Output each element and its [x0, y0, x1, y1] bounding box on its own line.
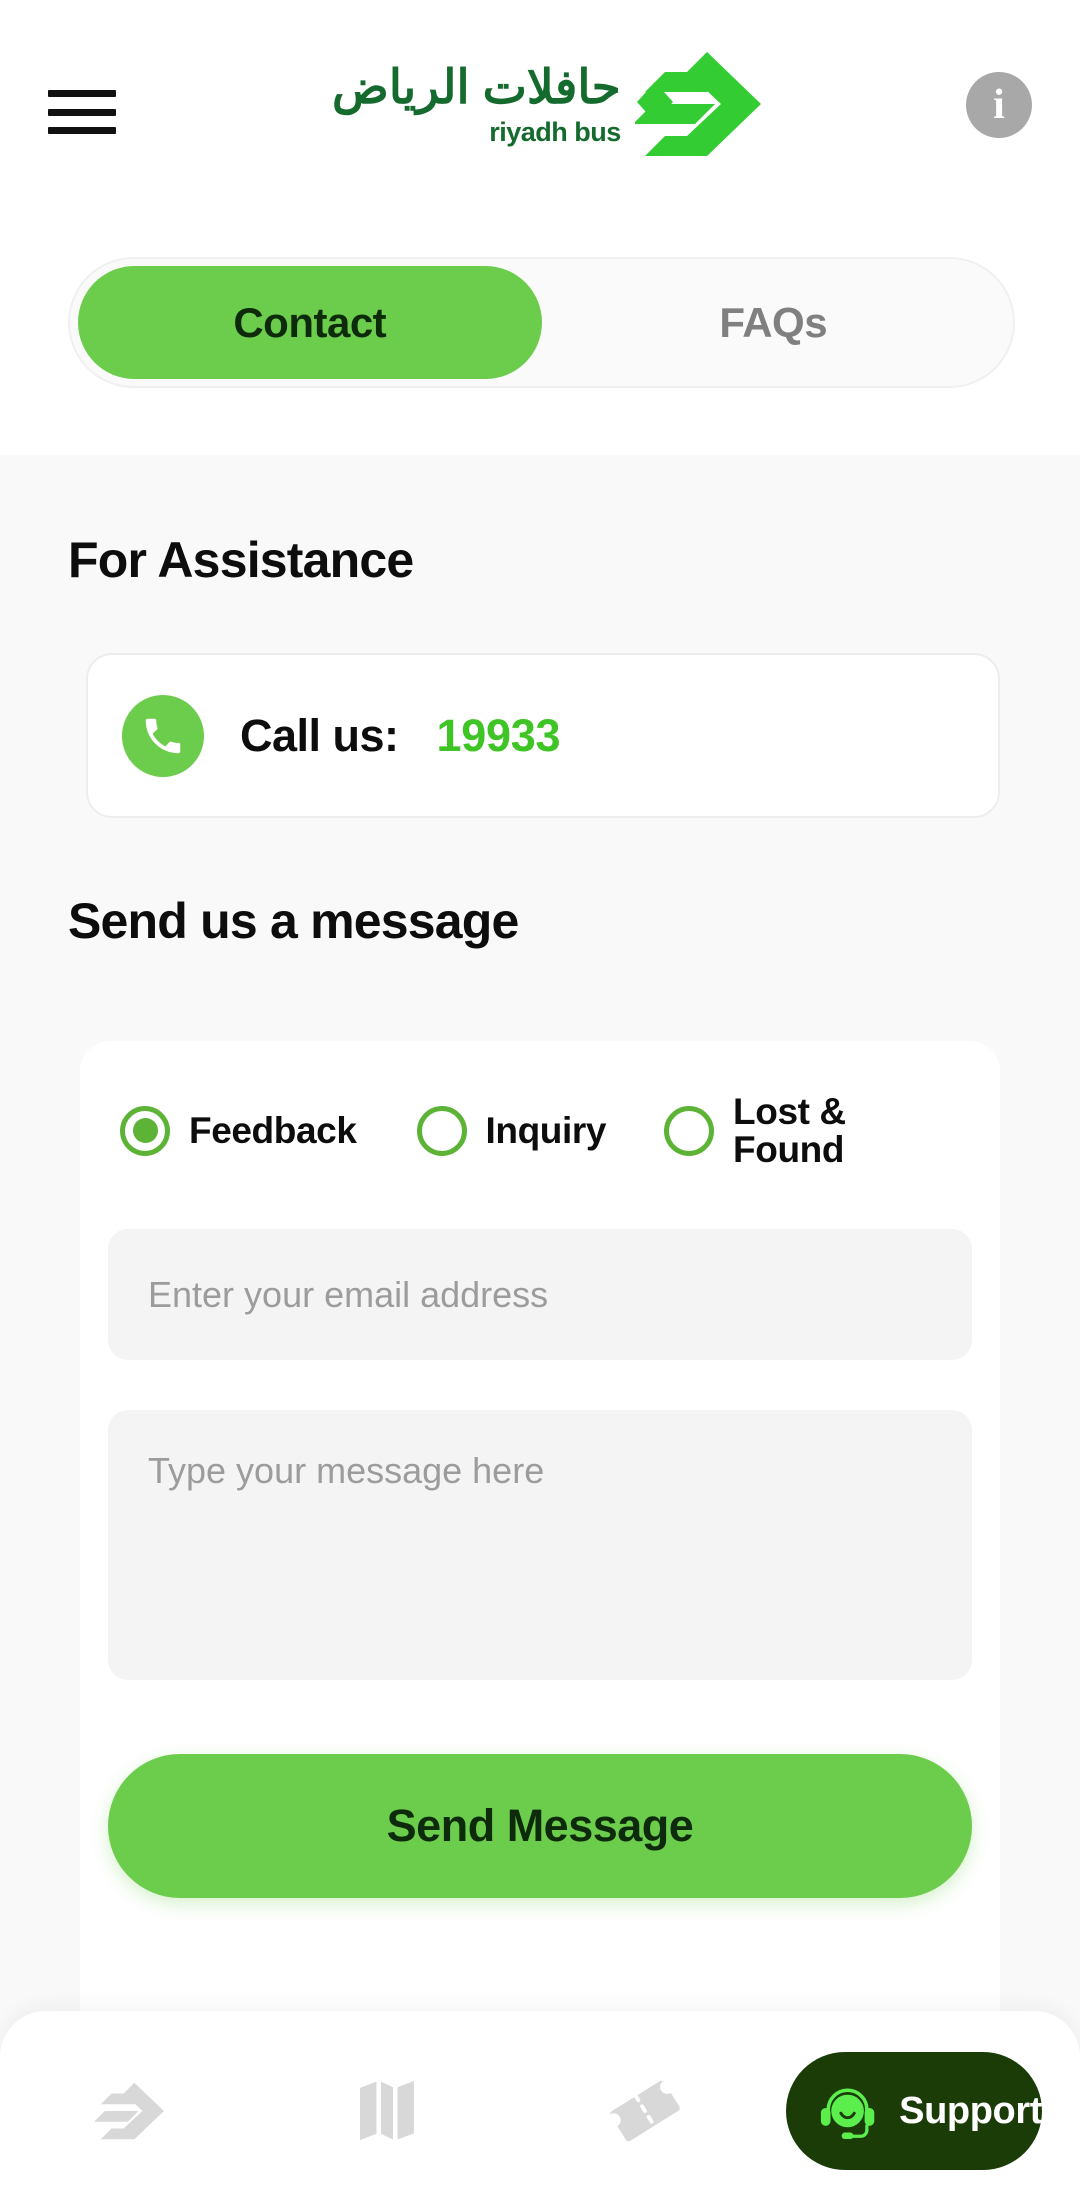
brand-name-arabic: حافلات الرياض — [332, 60, 621, 114]
info-icon-glyph: i — [993, 82, 1005, 128]
riyadh-bus-logo-icon — [94, 2082, 164, 2140]
send-message-button[interactable]: Send Message — [108, 1754, 972, 1898]
radio-option-lost-and-found[interactable]: Lost & Found — [664, 1093, 903, 1168]
brand-name-english: riyadh bus — [489, 116, 621, 147]
nav-item-home[interactable] — [0, 2011, 258, 2211]
tab-bar: Contact FAQs — [68, 257, 1015, 388]
brand-wordmark: حافلات الرياض riyadh bus — [332, 62, 621, 145]
hamburger-menu-icon[interactable] — [48, 84, 116, 140]
radio-label-feedback: Feedback — [189, 1109, 357, 1151]
radio-label-lost-and-found: Lost & Found — [733, 1091, 846, 1170]
hamburger-line — [48, 90, 116, 97]
tab-faqs[interactable]: FAQs — [542, 266, 1006, 379]
brand-logo[interactable]: حافلات الرياض riyadh bus — [332, 50, 763, 158]
radio-option-inquiry[interactable]: Inquiry — [416, 1105, 607, 1156]
ticket-icon — [609, 2080, 680, 2142]
radio-circle-icon — [120, 1105, 170, 1156]
radio-circle-icon — [664, 1105, 715, 1156]
support-button-label: Support — [899, 2089, 1042, 2132]
app-header: حافلات الرياض riyadh bus i Contact FAQs — [0, 0, 1080, 455]
content-area: For Assistance Call us: 19933 Send us a … — [0, 455, 1080, 2211]
top-bar: حافلات الرياض riyadh bus i — [0, 0, 1080, 225]
contact-screen: حافلات الرياض riyadh bus i Contact FAQs — [0, 0, 1080, 2211]
nav-item-tickets[interactable] — [516, 2011, 774, 2211]
bottom-navigation-bar: Support — [0, 2011, 1080, 2211]
radio-dot-fill — [132, 1118, 158, 1144]
headset-agent-icon — [820, 2088, 875, 2140]
for-assistance-title: For Assistance — [68, 532, 414, 588]
nav-item-map[interactable] — [258, 2011, 516, 2211]
hamburger-line — [48, 127, 116, 134]
radio-label-inquiry: Inquiry — [485, 1109, 607, 1151]
message-textarea[interactable] — [108, 1410, 972, 1680]
phone-icon-glyph — [145, 718, 181, 753]
phone-icon — [122, 694, 204, 777]
message-type-radio-group: Feedback Inquiry Lost & Found — [120, 1093, 970, 1168]
call-us-number[interactable]: 19933 — [437, 710, 561, 762]
riyadh-bus-arrows-logo-icon — [634, 52, 761, 156]
map-icon — [360, 2081, 414, 2141]
tab-contact[interactable]: Contact — [78, 266, 542, 379]
email-input[interactable] — [108, 1229, 972, 1360]
radio-option-feedback[interactable]: Feedback — [120, 1105, 357, 1156]
call-us-card[interactable]: Call us: 19933 — [86, 653, 1000, 818]
support-button[interactable]: Support — [786, 2052, 1042, 2170]
call-us-label: Call us: — [240, 709, 399, 761]
hamburger-line — [48, 108, 116, 116]
message-form-card: Feedback Inquiry Lost & Found Send Messa… — [80, 1041, 1000, 2141]
info-icon[interactable]: i — [966, 72, 1032, 138]
radio-circle-icon — [416, 1105, 467, 1156]
send-message-title: Send us a message — [68, 893, 519, 949]
